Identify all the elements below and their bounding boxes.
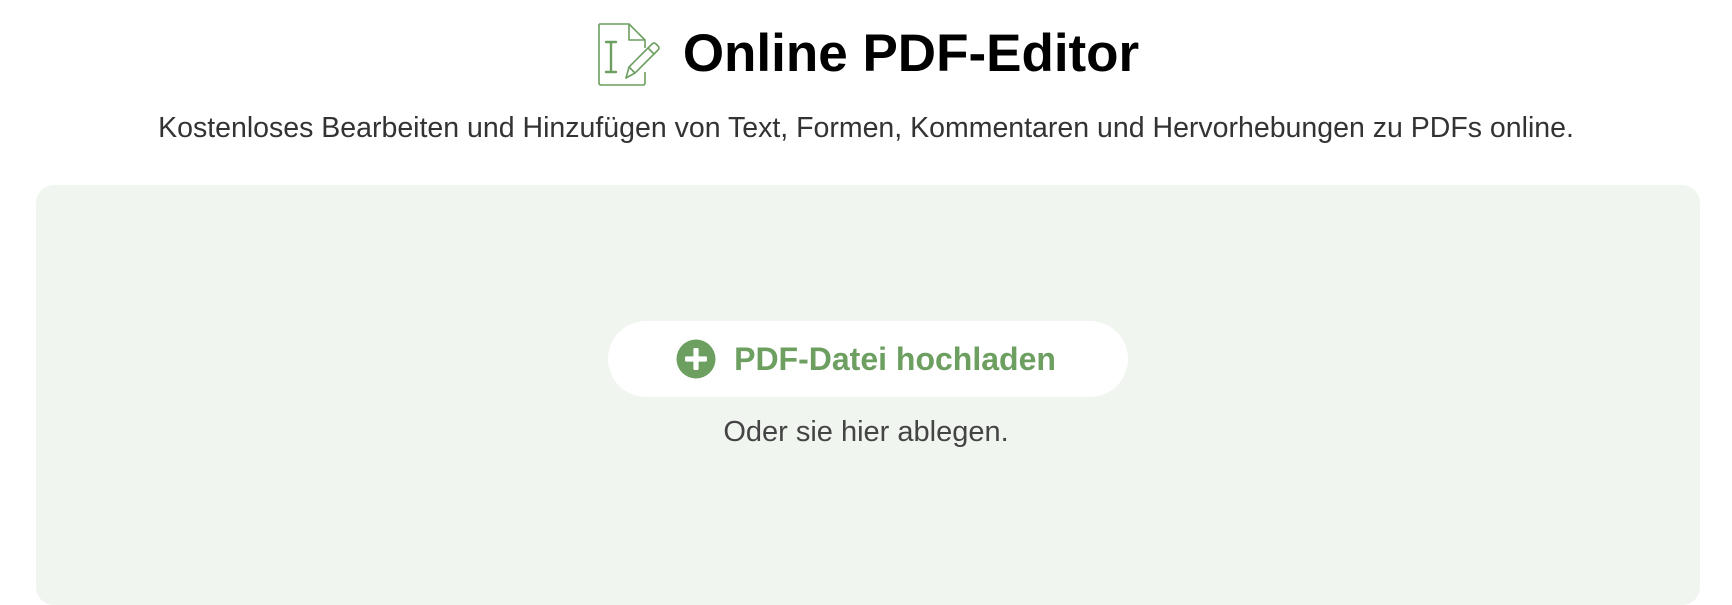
title-row: Online PDF-Editor	[0, 20, 1732, 88]
page-subtitle: Kostenloses Bearbeiten und Hinzufügen vo…	[158, 112, 1574, 144]
page-title: Online PDF-Editor	[682, 24, 1140, 83]
drop-hint-text: Oder sie hier ablegen.	[723, 416, 1009, 448]
upload-pdf-button[interactable]: PDF-Datei hochladen	[608, 321, 1128, 397]
pdf-edit-icon	[598, 23, 660, 86]
upload-button-label: PDF-Datei hochladen	[734, 341, 1056, 377]
page-header: Online PDF-Editor Kostenloses Bearbeiten…	[0, 0, 1732, 180]
plus-circle-icon	[676, 339, 716, 379]
